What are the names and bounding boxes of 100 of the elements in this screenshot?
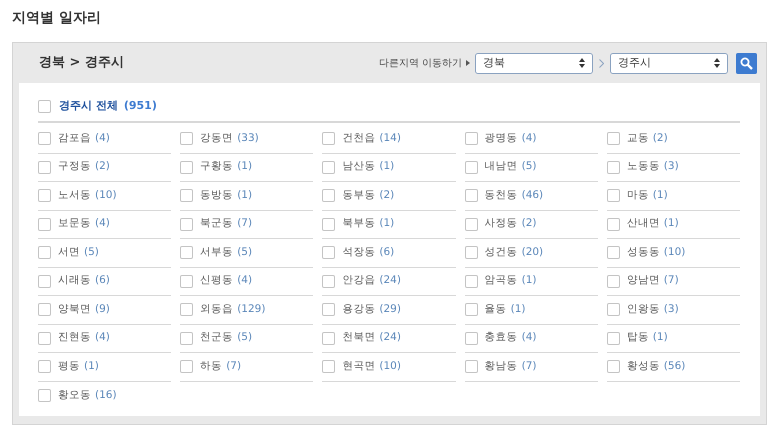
checkbox[interactable] <box>606 274 620 288</box>
area-name[interactable]: 천북면 <box>342 330 376 346</box>
area-name[interactable]: 현곡면 <box>342 358 376 375</box>
checkbox[interactable] <box>322 132 336 146</box>
area-name[interactable]: 광명동 <box>484 130 518 147</box>
job-count: (5) <box>237 244 252 260</box>
area-name[interactable]: 안강읍 <box>342 273 376 290</box>
checkbox[interactable] <box>322 360 336 374</box>
area-name[interactable]: 북부동 <box>342 216 376 232</box>
area-name[interactable]: 황남동 <box>484 358 518 375</box>
checkbox[interactable] <box>606 132 620 146</box>
area-name[interactable]: 양남면 <box>626 273 660 290</box>
checkbox[interactable] <box>322 160 336 174</box>
area-name[interactable]: 성동동 <box>626 244 660 261</box>
checkbox[interactable] <box>464 360 478 374</box>
area-name[interactable]: 율동 <box>484 302 507 318</box>
area-name[interactable]: 동방동 <box>200 188 234 204</box>
checkbox[interactable] <box>464 189 478 202</box>
checkbox[interactable] <box>322 332 336 345</box>
area-name[interactable]: 하동 <box>200 358 222 375</box>
area-name[interactable]: 노동동 <box>626 159 660 176</box>
province-select[interactable]: 경북 <box>475 52 593 74</box>
all-areas-label[interactable]: 경주시 전체 <box>59 98 118 114</box>
checkbox[interactable] <box>38 303 51 316</box>
checkbox[interactable] <box>464 332 478 345</box>
area-name[interactable]: 구황동 <box>200 159 234 176</box>
area-name[interactable]: 인왕동 <box>626 302 660 318</box>
checkbox[interactable] <box>180 189 194 202</box>
area-name[interactable]: 평동 <box>58 358 80 375</box>
checkbox[interactable] <box>180 303 194 316</box>
checkbox[interactable] <box>606 360 620 374</box>
area-name[interactable]: 강동면 <box>200 130 234 147</box>
area-name[interactable]: 신평동 <box>200 273 234 290</box>
checkbox[interactable] <box>180 332 194 345</box>
area-name[interactable]: 산내면 <box>626 216 660 232</box>
checkbox[interactable] <box>38 218 51 231</box>
checkbox[interactable] <box>606 332 620 345</box>
checkbox[interactable] <box>322 274 336 288</box>
checkbox[interactable] <box>180 246 194 260</box>
checkbox[interactable] <box>606 303 620 316</box>
area-name[interactable]: 성건동 <box>484 244 518 261</box>
checkbox[interactable] <box>38 189 51 202</box>
job-count: (4) <box>95 216 110 232</box>
search-button[interactable] <box>736 52 757 74</box>
checkbox[interactable] <box>606 246 620 260</box>
checkbox[interactable] <box>464 132 478 146</box>
area-name[interactable]: 석장동 <box>342 244 376 261</box>
checkbox[interactable] <box>38 100 51 112</box>
checkbox[interactable] <box>180 218 194 231</box>
job-count: (7) <box>664 273 679 288</box>
checkbox[interactable] <box>322 303 336 316</box>
area-name[interactable]: 서부동 <box>200 244 234 261</box>
checkbox[interactable] <box>180 132 194 146</box>
area-name[interactable]: 구정동 <box>58 159 91 176</box>
checkbox[interactable] <box>180 360 194 374</box>
area-name[interactable]: 노서동 <box>58 188 91 204</box>
area-name[interactable]: 감포읍 <box>58 130 91 147</box>
area-name[interactable]: 동천동 <box>484 188 518 204</box>
checkbox[interactable] <box>38 246 51 260</box>
area-name[interactable]: 건천읍 <box>342 130 376 147</box>
checkbox[interactable] <box>464 274 478 288</box>
checkbox[interactable] <box>38 274 51 288</box>
area-name[interactable]: 마동 <box>626 188 649 204</box>
area-name[interactable]: 남산동 <box>342 159 376 176</box>
checkbox[interactable] <box>38 160 51 174</box>
checkbox[interactable] <box>322 246 336 260</box>
area-name[interactable]: 서면 <box>58 244 80 261</box>
area-name[interactable]: 동부동 <box>342 188 376 204</box>
checkbox[interactable] <box>464 303 478 316</box>
checkbox[interactable] <box>180 274 194 288</box>
area-name[interactable]: 탑동 <box>626 330 649 346</box>
area-name[interactable]: 북군동 <box>200 216 234 232</box>
area-name[interactable]: 양북면 <box>58 302 91 318</box>
area-name[interactable]: 암곡동 <box>484 273 518 290</box>
checkbox[interactable] <box>38 360 51 374</box>
area-name[interactable]: 교동 <box>626 130 649 147</box>
area-name[interactable]: 천군동 <box>200 330 234 346</box>
area-name[interactable]: 보문동 <box>58 216 91 232</box>
area-name[interactable]: 충효동 <box>484 330 518 346</box>
checkbox[interactable] <box>606 189 620 202</box>
checkbox[interactable] <box>464 218 478 231</box>
checkbox[interactable] <box>180 160 194 174</box>
area-name[interactable]: 황오동 <box>58 388 91 404</box>
area-name[interactable]: 진현동 <box>58 330 91 346</box>
area-name[interactable]: 내남면 <box>484 159 518 176</box>
checkbox[interactable] <box>38 389 51 402</box>
area-name[interactable]: 사정동 <box>484 216 518 232</box>
checkbox[interactable] <box>464 246 478 260</box>
checkbox[interactable] <box>38 332 51 345</box>
city-select[interactable]: 경주시 <box>610 52 728 74</box>
checkbox[interactable] <box>606 160 620 174</box>
area-name[interactable]: 황성동 <box>626 358 660 375</box>
checkbox[interactable] <box>464 160 478 174</box>
checkbox[interactable] <box>322 189 336 202</box>
checkbox[interactable] <box>322 218 336 231</box>
checkbox[interactable] <box>606 218 620 231</box>
checkbox[interactable] <box>38 132 51 146</box>
area-name[interactable]: 용강동 <box>342 302 376 318</box>
area-name[interactable]: 외동읍 <box>200 302 234 318</box>
area-name[interactable]: 시래동 <box>58 273 91 290</box>
